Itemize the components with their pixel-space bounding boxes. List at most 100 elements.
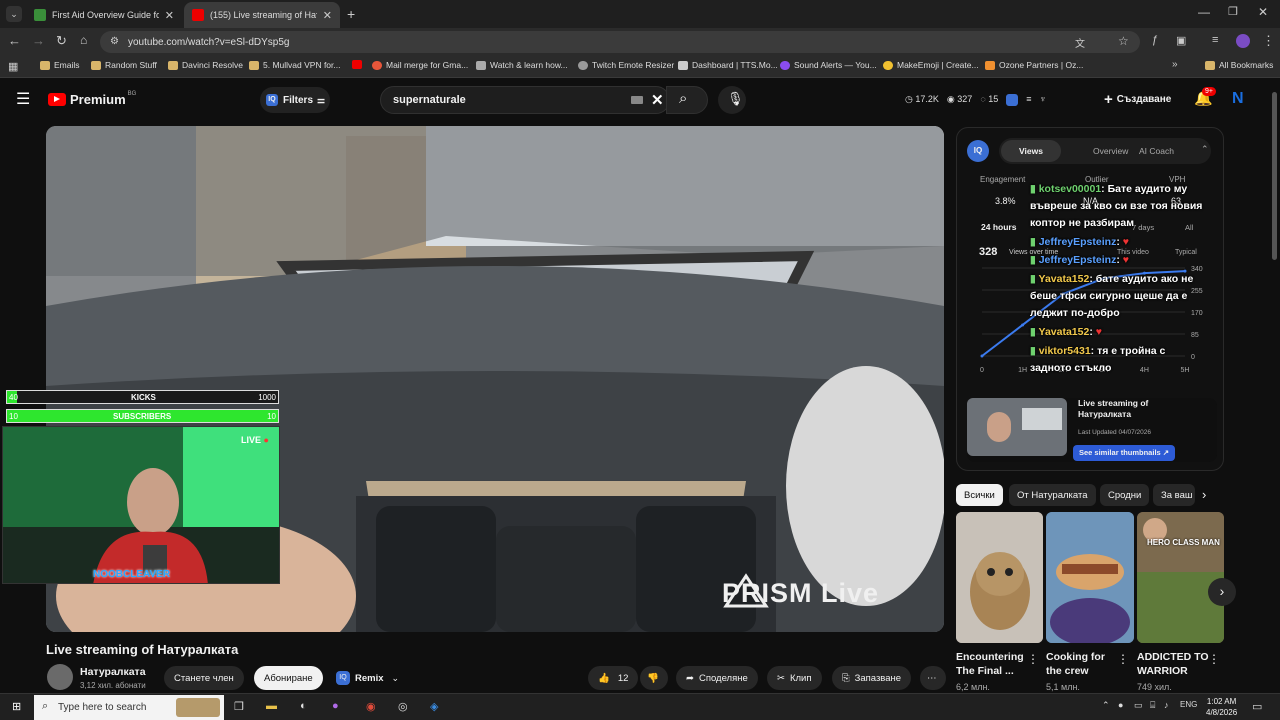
chip-for-you[interactable]: За ваш	[1153, 484, 1195, 506]
tab-search-icon[interactable]: ⌄	[6, 6, 22, 22]
youtube-logo[interactable]: Premium BG	[48, 91, 136, 107]
chip-all[interactable]: Всички	[956, 484, 1003, 506]
bookmark-random-stuff[interactable]: Random Stuff	[91, 60, 157, 70]
carousel-next-button[interactable]: ›	[1208, 578, 1236, 606]
list-icon[interactable]: ≡	[1026, 94, 1031, 106]
file-explorer-icon[interactable]: ▬	[266, 700, 277, 712]
back-icon[interactable]: ←	[8, 33, 21, 48]
close-icon[interactable]: ✕	[323, 9, 332, 22]
vidiq-logo-icon[interactable]	[1006, 94, 1019, 106]
bookmark-mail-merge[interactable]: Mail merge for Gma...	[372, 60, 468, 70]
bookmark-watch-learn[interactable]: Watch & learn how...	[476, 60, 568, 70]
window-close-icon[interactable]: ✕	[1258, 5, 1268, 19]
keyboard-icon[interactable]	[631, 96, 643, 104]
rec-thumbnail-cat[interactable]	[956, 512, 1043, 643]
tray-language[interactable]: ENG	[1180, 700, 1197, 709]
app-icon[interactable]: ◎	[398, 700, 408, 713]
rec-title[interactable]: ADDICTED TO WARRIOR	[1137, 650, 1209, 678]
chrome-icon[interactable]: ◉	[366, 700, 376, 713]
remix-button[interactable]: IQ Remix ⌄	[332, 666, 403, 690]
tray-chevron-icon[interactable]: ⌃	[1102, 700, 1110, 711]
trophy-icon[interactable]: ♆	[1039, 94, 1046, 106]
tab-live-streaming[interactable]: (155) Live streaming of Натуралката ✕	[184, 2, 340, 28]
menu-kebab-icon[interactable]: ⋮	[1262, 33, 1275, 49]
channel-name[interactable]: Натуралката	[80, 666, 146, 678]
reload-icon[interactable]: ↻	[56, 33, 67, 49]
puzzle-icon[interactable]: ▣	[1176, 34, 1186, 47]
profile-avatar[interactable]	[1236, 34, 1250, 48]
tray-mic-icon[interactable]: ●	[1118, 700, 1123, 710]
windows-start-icon[interactable]: ⊞	[12, 700, 21, 713]
rec-more-icon[interactable]: ⋮	[1027, 652, 1039, 666]
tab-overview[interactable]: Overview	[1093, 146, 1128, 156]
bookmark-davinci[interactable]: Davinci Resolve	[168, 60, 243, 70]
tray-display-icon[interactable]: ▭	[1134, 700, 1143, 711]
minimize-icon[interactable]: —	[1198, 5, 1210, 19]
tab-ai-coach[interactable]: AI Coach	[1139, 146, 1174, 156]
bookmark-emails[interactable]: Emails	[40, 60, 80, 70]
page-scrollbar[interactable]	[1272, 92, 1277, 260]
chip-from-channel[interactable]: От Натуралката	[1009, 484, 1096, 506]
app-icon[interactable]: ◐	[300, 700, 307, 712]
app-icon[interactable]: ●	[332, 700, 339, 712]
restore-icon[interactable]: ❐	[1228, 5, 1238, 18]
apps-grid-icon[interactable]: ▦	[8, 60, 18, 73]
forward-icon[interactable]: →	[32, 33, 45, 48]
taskbar-search-input[interactable]: ⌕ Type here to search	[34, 695, 224, 720]
bookmark-sound-alerts[interactable]: Sound Alerts — You...	[780, 60, 877, 70]
rec-thumbnail-cooking[interactable]	[1046, 512, 1134, 643]
hamburger-menu-icon[interactable]: ☰	[16, 89, 30, 109]
dislike-button[interactable]: 👎	[640, 666, 668, 690]
bookmark-all[interactable]: All Bookmarks	[1205, 60, 1273, 70]
notifications-center-icon[interactable]: ▭	[1252, 700, 1262, 713]
rec-more-icon[interactable]: ⋮	[1208, 652, 1220, 666]
tray-volume-icon[interactable]: ♪	[1164, 700, 1169, 710]
rec-more-icon[interactable]: ⋮	[1117, 652, 1129, 666]
translate-icon[interactable]: 文	[1075, 35, 1085, 50]
tab-views[interactable]: Views	[1001, 140, 1061, 162]
chip-related[interactable]: Сродни	[1100, 484, 1150, 506]
new-tab-icon[interactable]: +	[347, 6, 355, 22]
collapse-icon[interactable]: ⌃	[1201, 144, 1209, 155]
bookmark-ozone[interactable]: Ozone Partners | Oz...	[985, 60, 1083, 70]
bookmark-star-icon[interactable]: ☆	[1118, 34, 1129, 48]
bookmark-tts-dashboard[interactable]: Dashboard | TTS.Mo...	[678, 60, 778, 70]
clear-search-icon[interactable]: ✕	[651, 91, 664, 109]
clip-button[interactable]: ✂ Клип	[767, 666, 822, 690]
bookmark-mullvad[interactable]: 5. Mullvad VPN for...	[249, 60, 340, 70]
extension-icon[interactable]: ƒ	[1152, 34, 1158, 46]
subscribe-button[interactable]: Абониране	[254, 666, 323, 690]
app-icon[interactable]: ◈	[430, 700, 438, 713]
share-button[interactable]: ➦ Споделяне	[676, 666, 758, 690]
search-button[interactable]: ⌕	[666, 86, 708, 114]
create-button[interactable]: + Създаване	[1104, 91, 1171, 108]
task-view-icon[interactable]: ❒	[234, 700, 244, 713]
voice-search-button[interactable]: 🎙	[718, 86, 746, 114]
notifications-button[interactable]: 🔔 9+	[1194, 87, 1216, 108]
more-bookmarks-icon[interactable]: »	[1172, 59, 1178, 70]
tray-network-icon[interactable]: ⌸	[1150, 700, 1155, 711]
search-input[interactable]: supernaturale ✕	[380, 86, 670, 114]
card-thumbnail[interactable]	[967, 398, 1067, 456]
more-actions-button[interactable]: ⋯	[920, 666, 946, 690]
account-avatar[interactable]: N	[1232, 90, 1244, 108]
like-button[interactable]: 👍 12	[588, 666, 638, 690]
similar-thumbnails-button[interactable]: See similar thumbnails ↗	[1073, 445, 1176, 461]
save-button[interactable]: ⎘ Запазване	[832, 666, 912, 690]
chevron-right-icon[interactable]: ›	[1202, 487, 1206, 502]
home-icon[interactable]: ⌂	[80, 33, 87, 47]
channel-avatar[interactable]	[47, 664, 73, 690]
site-info-icon[interactable]: ⚙	[110, 36, 119, 47]
rec-title[interactable]: Cooking for the crew	[1046, 650, 1118, 678]
tray-clock[interactable]: 1:02 AM 4/8/2026	[1206, 696, 1237, 718]
bookmark-twitch-resizer[interactable]: Twitch Emote Resizer	[578, 60, 674, 70]
bookmark-makeemoji[interactable]: MakeEmoji | Create...	[883, 60, 979, 70]
rec-title[interactable]: Encountering The Final ...	[956, 650, 1028, 678]
filters-button[interactable]: IQ Filters ⚌	[260, 87, 330, 113]
bookmark-youtube[interactable]	[352, 60, 366, 69]
url-field[interactable]: ⚙ youtube.com/watch?v=eSl-dDYsp5g	[100, 31, 1140, 53]
rec-thumbnail-warrior[interactable]: HERO CLASS MAN	[1137, 512, 1224, 643]
close-icon[interactable]: ✕	[165, 9, 174, 22]
join-button[interactable]: Станете член	[164, 666, 244, 690]
range-24h[interactable]: 24 hours	[981, 222, 1016, 232]
